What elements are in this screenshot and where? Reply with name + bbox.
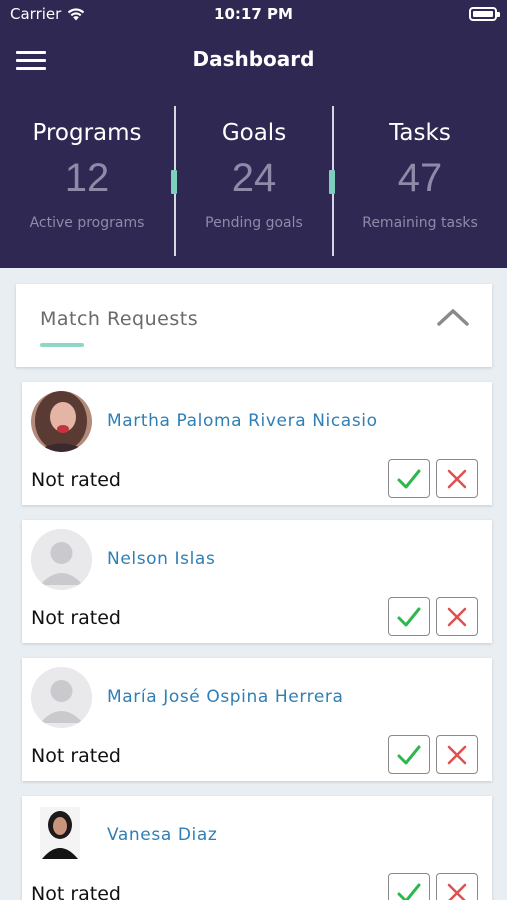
user-photo-avatar <box>31 391 92 452</box>
accept-button[interactable] <box>388 597 430 636</box>
stat-divider <box>329 106 335 256</box>
match-request-card: Vanesa Diaz Not rated <box>22 796 492 900</box>
page-title: Dashboard <box>192 47 315 71</box>
rating-status: Not rated <box>31 469 121 491</box>
stat-programs[interactable]: Programs 12 Active programs <box>3 120 171 231</box>
stat-tasks[interactable]: Tasks 47 Remaining tasks <box>336 120 504 231</box>
close-icon <box>447 469 467 488</box>
status-bar: Carrier 10:17 PM <box>0 0 507 28</box>
stat-label: Tasks <box>389 120 451 146</box>
reject-button[interactable] <box>436 597 478 636</box>
stat-goals[interactable]: Goals 24 Pending goals <box>170 120 338 231</box>
stat-value: 12 <box>64 156 110 200</box>
accept-button[interactable] <box>388 735 430 774</box>
stat-label: Goals <box>221 120 287 146</box>
check-icon <box>397 745 421 764</box>
accept-button[interactable] <box>388 873 430 900</box>
check-icon <box>397 469 421 488</box>
check-icon <box>397 607 421 626</box>
reject-button[interactable] <box>436 459 478 498</box>
close-icon <box>447 607 467 626</box>
default-avatar-icon <box>31 529 92 590</box>
battery-icon <box>469 7 500 21</box>
stat-subtitle: Pending goals <box>205 215 303 231</box>
rating-status: Not rated <box>31 745 121 767</box>
rating-status: Not rated <box>31 607 121 629</box>
reject-button[interactable] <box>436 873 478 900</box>
close-icon <box>447 883 467 900</box>
default-avatar-icon <box>31 667 92 728</box>
match-request-card: Martha Paloma Rivera Nicasio Not rated <box>22 382 492 505</box>
match-request-card: Nelson Islas Not rated <box>22 520 492 643</box>
check-icon <box>397 883 421 900</box>
stat-subtitle: Active programs <box>29 215 145 231</box>
chevron-up-icon[interactable] <box>436 306 470 328</box>
rating-status: Not rated <box>31 883 121 900</box>
match-requests-header[interactable]: Match Requests <box>16 284 492 367</box>
requester-name-link[interactable]: Martha Paloma Rivera Nicasio <box>107 411 378 431</box>
accept-button[interactable] <box>388 459 430 498</box>
section-underline <box>40 343 84 347</box>
stat-value: 47 <box>397 156 443 200</box>
user-photo-avatar <box>40 807 80 859</box>
stat-subtitle: Remaining tasks <box>362 215 478 231</box>
section-title: Match Requests <box>40 308 199 330</box>
requester-name-link[interactable]: María José Ospina Herrera <box>107 687 344 707</box>
requester-name-link[interactable]: Vanesa Diaz <box>107 825 217 845</box>
status-time: 10:17 PM <box>214 5 293 23</box>
stat-value: 24 <box>231 156 277 200</box>
stat-label: Programs <box>32 120 142 146</box>
requester-name-link[interactable]: Nelson Islas <box>107 549 215 569</box>
match-request-card: María José Ospina Herrera Not rated <box>22 658 492 781</box>
dashboard-header: Carrier 10:17 PM Dashboard Programs 12 A… <box>0 0 507 268</box>
reject-button[interactable] <box>436 735 478 774</box>
close-icon <box>447 745 467 764</box>
